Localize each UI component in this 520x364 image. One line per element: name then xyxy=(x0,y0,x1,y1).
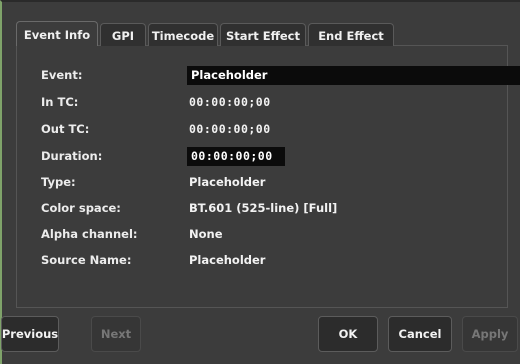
tab-bar: Event Info GPI Timecode Start Effect End… xyxy=(16,21,508,48)
tab-gpi[interactable]: GPI xyxy=(100,23,146,47)
out-tc-value: 00:00:00;00 xyxy=(189,122,271,136)
in-tc-value: 00:00:00;00 xyxy=(189,95,271,109)
out-tc-label: Out TC: xyxy=(41,122,90,136)
color-space-value: BT.601 (525-line) [Full] xyxy=(189,201,338,215)
tab-end-effect[interactable]: End Effect xyxy=(308,23,394,47)
next-button[interactable]: Next xyxy=(91,316,141,352)
source-name-label: Source Name: xyxy=(41,253,132,267)
tab-timecode[interactable]: Timecode xyxy=(148,23,218,47)
tab-event-info[interactable]: Event Info xyxy=(16,21,98,48)
alpha-channel-label: Alpha channel: xyxy=(41,227,138,241)
previous-button[interactable]: Previous xyxy=(1,316,59,352)
cancel-button[interactable]: Cancel xyxy=(388,316,452,352)
source-name-value: Placeholder xyxy=(189,253,266,267)
event-info-panel: Event: Placeholder In TC: 00:00:00;00 Ou… xyxy=(16,46,520,308)
alpha-channel-value: None xyxy=(189,227,223,241)
ok-button[interactable]: OK xyxy=(318,316,378,352)
event-info-dialog: Event Info GPI Timecode Start Effect End… xyxy=(0,0,520,364)
tab-start-effect[interactable]: Start Effect xyxy=(220,23,306,47)
apply-button[interactable]: Apply xyxy=(462,316,518,352)
color-space-label: Color space: xyxy=(41,201,121,215)
duration-label: Duration: xyxy=(41,149,103,163)
duration-field[interactable]: 00:00:00;00 xyxy=(187,146,285,166)
type-label: Type: xyxy=(41,175,76,189)
in-tc-label: In TC: xyxy=(41,95,79,109)
event-label: Event: xyxy=(41,68,83,82)
type-value: Placeholder xyxy=(189,175,266,189)
event-name-field[interactable]: Placeholder xyxy=(187,65,520,85)
